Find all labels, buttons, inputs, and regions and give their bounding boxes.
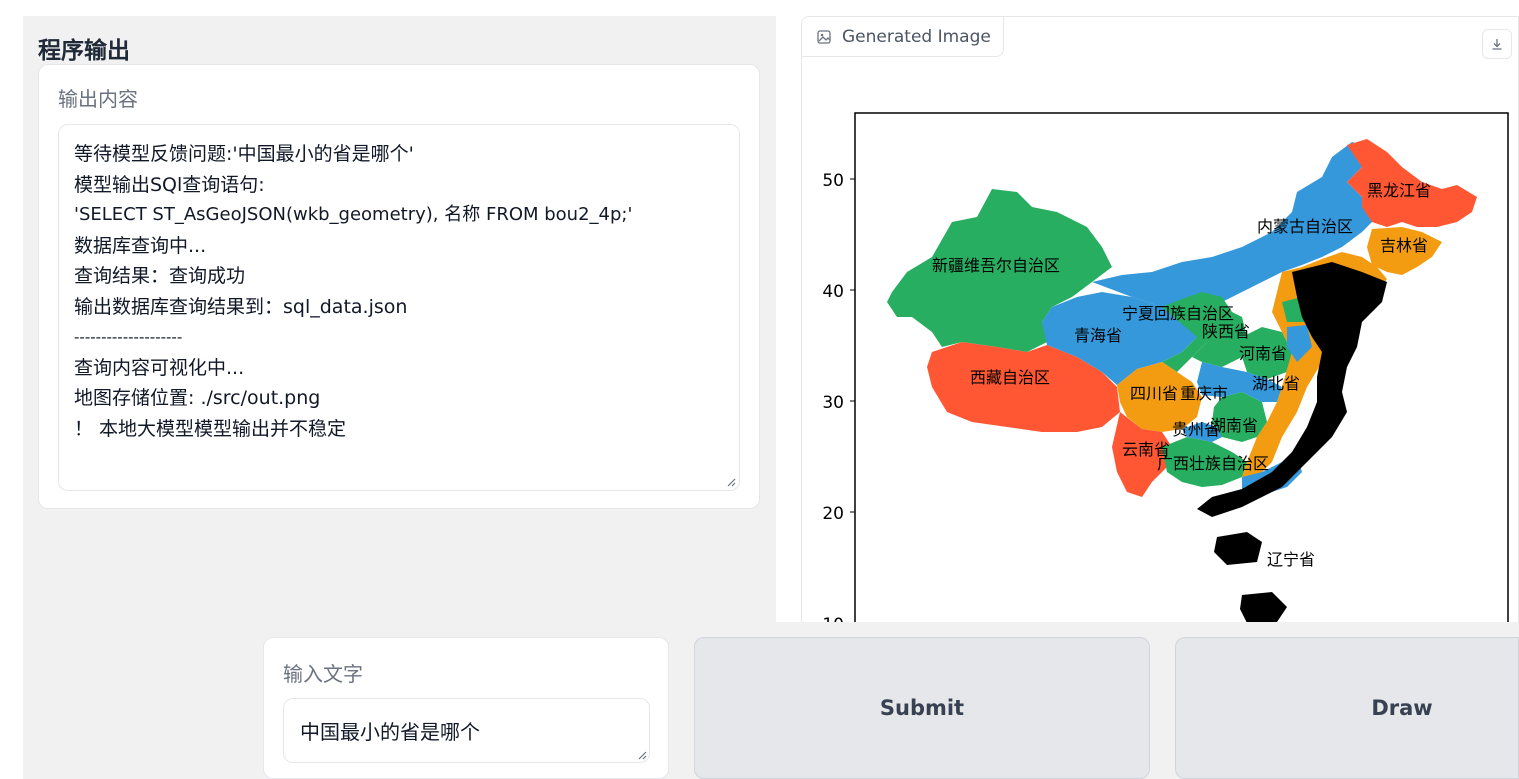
region-label: 辽宁省 [1267, 550, 1315, 569]
output-line: -------------------- [74, 328, 183, 346]
region-label: 四川省 [1130, 384, 1178, 403]
output-line: 查询内容可视化中... [74, 356, 245, 379]
resize-handle-icon[interactable] [726, 477, 736, 487]
output-textarea[interactable]: 等待模型反馈问题:'中国最小的省是哪个' 模型输出SQl查询语句: 'SELEC… [58, 124, 740, 491]
region-label: 新疆维吾尔自治区 [932, 256, 1060, 275]
region-label: 黑龙江省 [1367, 181, 1431, 200]
output-line: 地图存储位置: ./src/out.png [74, 387, 321, 409]
region-label: 西藏自治区 [970, 368, 1050, 387]
map-plot: 50 40 30 20 10 黑龙江省 内蒙古自治区 吉林省 [822, 112, 1509, 635]
output-line: 等待模型反馈问题:'中国最小的省是哪个' [74, 143, 414, 165]
region-label: 重庆市 [1180, 384, 1228, 403]
region-label: 陕西省 [1202, 322, 1250, 341]
draw-button[interactable]: Draw [1175, 637, 1519, 779]
output-line: 'SELECT ST_AsGeoJSON(wkb_geometry), 名称 F… [74, 204, 633, 225]
region-label: 宁夏回族自治区 [1122, 304, 1234, 323]
region-label: 青海省 [1074, 326, 1122, 345]
output-card: 输出内容 等待模型反馈问题:'中国最小的省是哪个' 模型输出SQl查询语句: '… [38, 64, 760, 509]
y-tick-label: 20 [822, 504, 844, 524]
input-card: 输入文字 中国最小的省是哪个 [263, 637, 669, 779]
island-label-overlay [1214, 532, 1262, 565]
download-icon [1492, 39, 1502, 50]
island-label-overlay [1240, 592, 1287, 623]
region-label: 贵州省 [1172, 420, 1220, 439]
resize-handle-icon[interactable] [637, 750, 647, 760]
output-line: 模型输出SQl查询语句: [74, 173, 265, 196]
output-line: 数据库查询中... [74, 234, 207, 257]
input-label: 输入文字 [283, 662, 363, 686]
region-label: 湖北省 [1252, 374, 1300, 393]
text-input[interactable]: 中国最小的省是哪个 [283, 698, 650, 763]
generated-image-tab-label: Generated Image [842, 26, 991, 47]
region-label: 河南省 [1239, 344, 1287, 363]
y-tick-label: 50 [822, 171, 844, 191]
image-icon [817, 29, 831, 44]
y-tick-label: 40 [822, 282, 844, 302]
output-section-title: 程序输出 [38, 38, 130, 64]
download-button[interactable] [1482, 29, 1512, 59]
output-line: 输出数据库查询结果到：sql_data.json [74, 295, 408, 318]
region-label: 吉林省 [1380, 236, 1428, 255]
output-line: 查询结果：查询成功 [74, 265, 246, 287]
region-label: 内蒙古自治区 [1257, 217, 1353, 236]
generated-image-tab[interactable]: Generated Image [802, 17, 1004, 57]
region-label: 广西壮族自治区 [1157, 454, 1269, 473]
bottom-input-bar: 输入文字 中国最小的省是哪个 Submit Draw [248, 622, 1519, 779]
output-line: ！ 本地大模型模型输出并不稳定 [74, 417, 347, 440]
y-tick-label: 30 [822, 393, 844, 413]
output-card-label: 输出内容 [58, 87, 138, 111]
submit-button[interactable]: Submit [694, 637, 1150, 779]
generated-image-panel: 50 40 30 20 10 黑龙江省 内蒙古自治区 吉林省 [801, 16, 1519, 636]
